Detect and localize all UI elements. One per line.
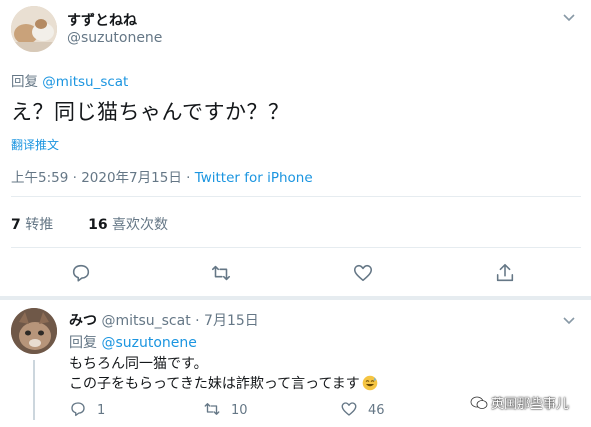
chevron-down-icon[interactable] [561,312,577,328]
tweet-text: え？同じ猫ちゃんですか？？ [11,100,290,124]
timestamp[interactable]: 上午5:59 · 2020年7月15日 · [11,170,195,186]
reply-button[interactable]: 1 [69,400,105,420]
share-icon[interactable] [494,262,516,284]
tweet-stats: 7 转推 16 喜欢次数 [11,214,168,234]
chevron-down-icon[interactable] [561,9,577,25]
reply-header: みつ @mitsu_scat · 7月15日 [69,310,259,330]
user-handle[interactable]: @suzutonene [67,30,162,46]
reply-to-link[interactable]: @suzutonene [101,335,196,351]
like-button[interactable]: 46 [340,400,385,420]
like-count: 46 [368,403,385,418]
divider [11,196,581,197]
reply-count: 1 [97,403,106,418]
source-link[interactable]: Twitter for iPhone [195,170,313,186]
replying-to: 回复 @mitsu_scat [11,70,128,90]
tweet-timestamp: 上午5:59 · 2020年7月15日 · Twitter for iPhone [11,166,313,186]
heart-icon[interactable] [352,262,374,284]
reply-prefix: 回复 [69,335,97,351]
reply-icon[interactable] [70,262,92,284]
reply-icon [71,402,85,417]
watermark-text: 英国那些事儿 [491,397,570,412]
thread-line [33,360,35,420]
like-stat[interactable]: 16 喜欢次数 [88,217,168,233]
translate-link[interactable]: 翻译推文 [11,136,59,153]
display-name[interactable]: みつ [69,313,97,329]
retweet-stat[interactable]: 7 转推 [11,217,53,233]
user-handle[interactable]: @mitsu_scat [101,313,190,329]
avatar[interactable] [11,308,57,354]
action-bar [0,262,591,286]
heart-icon [341,402,357,416]
wechat-icon [470,396,488,410]
retweet-icon [204,403,220,415]
sweat-smile-emoji [362,375,378,391]
tweet-text-line: もちろん同一猫です。 [69,356,208,372]
retweet-count: 10 [231,403,248,418]
replying-to: 回复 @suzutonene [69,332,197,352]
display-name[interactable]: すずとねね [67,10,137,30]
watermark: 英国那些事儿 [470,393,569,412]
reply-prefix: 回复 [11,74,38,90]
divider [11,247,581,248]
tweet-text-line: この子をもらってきた妹は詐欺って言ってます [69,373,378,393]
avatar[interactable] [11,6,57,52]
retweet-button[interactable]: 10 [203,400,248,420]
reply-to-link[interactable]: @mitsu_scat [42,74,128,90]
retweet-icon[interactable] [210,262,232,284]
tweet-date[interactable]: · 7月15日 [195,313,259,329]
main-tweet: すずとねね @suzutonene 回复 @mitsu_scat え？同じ猫ちゃ… [0,0,591,296]
